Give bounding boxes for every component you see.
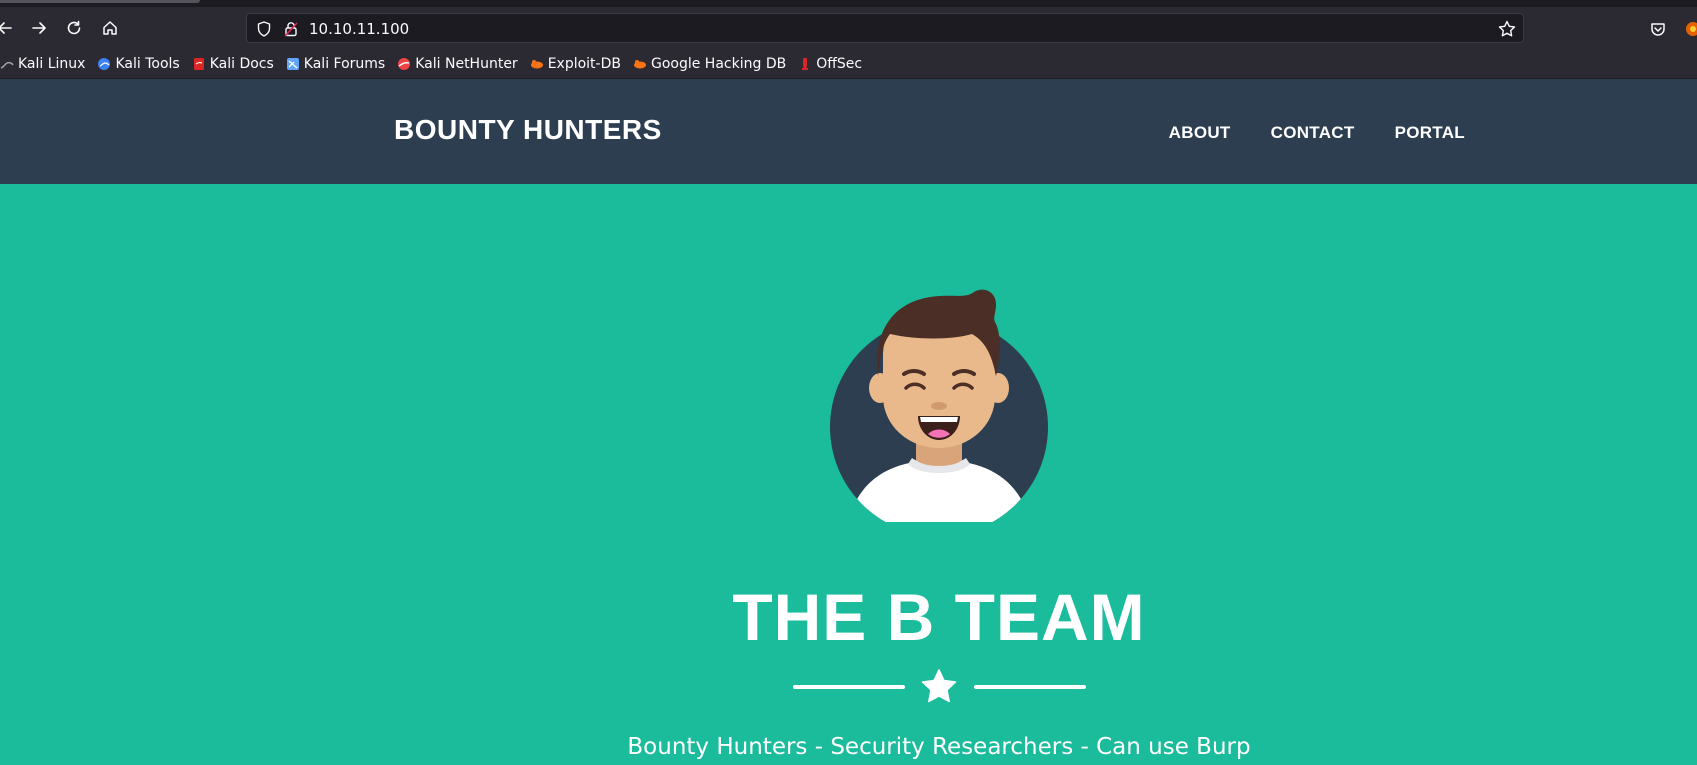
tracking-shield-icon[interactable] (255, 20, 273, 38)
insecure-lock-icon[interactable] (282, 20, 300, 38)
bookmark-offsec[interactable]: OffSec (798, 56, 862, 72)
avatar-illustration (830, 289, 1048, 522)
bookmark-label: Kali Linux (18, 55, 86, 72)
forward-button[interactable] (26, 15, 52, 41)
forward-arrow-icon (32, 22, 46, 34)
bookmark-label: OffSec (816, 55, 863, 72)
kali-nethunter-icon (398, 57, 411, 70)
nav-link-contact[interactable]: CONTACT (1271, 123, 1355, 143)
bookmark-kali-forums[interactable]: Kali Forums (286, 56, 385, 72)
divider-line-right (974, 685, 1086, 689)
offsec-icon (802, 57, 809, 70)
site-header: BOUNTY HUNTERS ABOUT CONTACT PORTAL (0, 79, 1697, 184)
bookmark-exploit-db[interactable]: Exploit-DB (530, 56, 621, 72)
nav-link-portal[interactable]: PORTAL (1395, 123, 1465, 143)
exploit-db-icon (530, 59, 543, 68)
bookmark-kali-linux[interactable]: Kali Linux (0, 56, 85, 72)
kali-tools-icon (98, 57, 111, 70)
ghdb-icon (633, 59, 646, 68)
bookmark-label: Kali Docs (209, 55, 274, 72)
bookmark-google-hacking-db[interactable]: Google Hacking DB (633, 56, 786, 72)
back-arrow-icon (0, 22, 12, 34)
kali-forums-icon (286, 57, 299, 70)
bookmark-label: Kali Tools (115, 55, 180, 72)
nav-link-about[interactable]: ABOUT (1169, 123, 1231, 143)
divider-line-left (793, 685, 905, 689)
bookmark-kali-nethunter[interactable]: Kali NetHunter (397, 55, 518, 72)
bookmark-label: Kali NetHunter (415, 55, 518, 72)
address-bar[interactable]: 10.10.11.100 (246, 13, 1524, 43)
url-text[interactable]: 10.10.11.100 (309, 20, 409, 38)
bookmark-label: Google Hacking DB (650, 55, 787, 72)
site-brand[interactable]: BOUNTY HUNTERS (394, 114, 662, 146)
tab-strip (0, 0, 1697, 7)
hero-subtitle: Bounty Hunters - Security Researchers - … (627, 734, 1251, 760)
bookmark-kali-tools[interactable]: Kali Tools (97, 55, 180, 72)
extension-icon[interactable] (1683, 19, 1697, 39)
bookmark-star-icon[interactable] (1497, 19, 1517, 39)
pocket-icon[interactable] (1648, 19, 1668, 39)
back-button[interactable] (0, 15, 18, 41)
bookmark-label: Exploit-DB (547, 55, 621, 72)
kali-docs-icon (193, 57, 204, 70)
masthead: THE B TEAM Bounty Hunters - Security Res… (0, 184, 1697, 765)
reload-button[interactable] (61, 15, 87, 41)
reload-icon (67, 20, 81, 35)
home-button[interactable] (97, 15, 123, 41)
browser-toolbar: 10.10.11.100 (0, 7, 1697, 49)
kali-dragon-icon (0, 61, 14, 69)
hero-title: THE B TEAM (732, 580, 1146, 654)
bookmark-kali-docs[interactable]: Kali Docs (192, 56, 274, 72)
home-icon (103, 21, 117, 35)
bookmarks-toolbar: Kali Linux Kali Tools Kali Docs Kali For… (0, 49, 1697, 79)
star-icon (921, 669, 957, 703)
active-tab[interactable] (0, 0, 200, 3)
star-divider (793, 666, 1086, 706)
site-nav: ABOUT CONTACT PORTAL (1169, 123, 1465, 143)
bookmark-label: Kali Forums (303, 55, 386, 72)
